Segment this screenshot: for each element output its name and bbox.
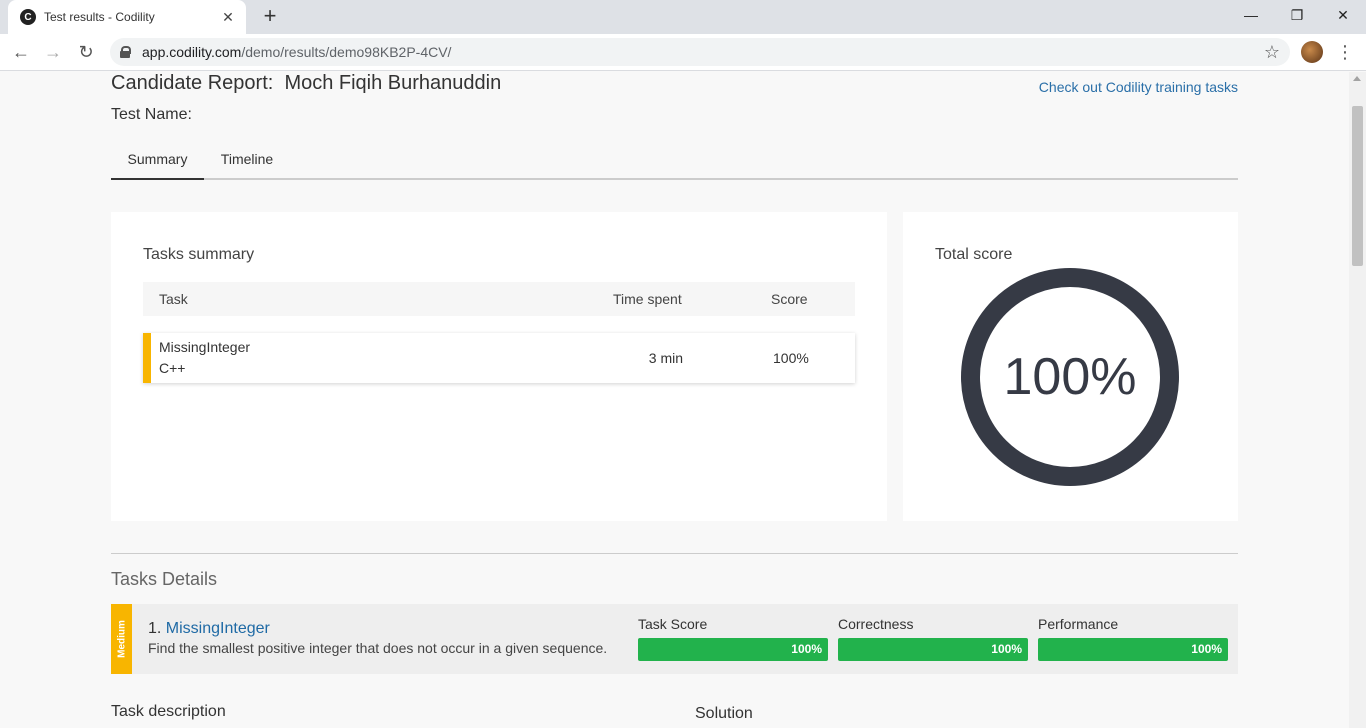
page-title: Candidate Report: Moch Fiqih Burhanuddin [111,72,502,94]
metric-label: Task Score [638,616,708,632]
training-tasks-link[interactable]: Check out Codility training tasks [1039,79,1238,95]
total-score-value: 100% [1003,348,1137,406]
tab-summary[interactable]: Summary [111,140,204,180]
column-header-task: Task [159,291,188,307]
close-tab-icon[interactable]: ✕ [220,9,236,26]
metric-value: 100% [991,642,1022,656]
bookmark-star-icon[interactable]: ☆ [1264,42,1280,63]
metric-label: Performance [1038,616,1119,632]
tasks-details-title: Tasks Details [111,569,218,589]
metric-value: 100% [1191,642,1222,656]
task-detail-row: Medium 1. MissingInteger Find the smalle… [111,604,1238,674]
difficulty-label: Medium [116,620,127,658]
task-name: MissingInteger [159,339,251,355]
metric-label: Correctness [838,616,914,632]
browser-tab[interactable]: C Test results - Codility ✕ [8,0,246,34]
solution-heading: Solution [695,705,753,722]
scrollbar-thumb[interactable] [1352,106,1363,266]
task-score: 100% [773,350,809,366]
new-tab-button[interactable]: + [258,4,282,28]
performance-metric: Performance 100% [1038,616,1228,661]
section-divider [111,553,1238,554]
close-window-icon[interactable]: ✕ [1320,0,1366,30]
codility-favicon-icon: C [20,9,36,25]
difficulty-color-bar [143,333,151,383]
test-name-label: Test Name: [111,106,192,123]
task-score-metric: Task Score 100% [638,616,828,661]
tasks-table-header: Task Time spent Score [143,282,855,316]
tab-title: Test results - Codility [44,10,155,24]
tab-timeline[interactable]: Timeline [210,140,284,180]
minimize-window-icon[interactable]: — [1228,0,1274,30]
task-number: 1. [148,620,162,637]
total-score-title: Total score [935,246,1013,263]
column-header-score: Score [771,291,808,307]
tasks-summary-card: Tasks summary Task Time spent Score Miss… [111,212,887,521]
page-scrollbar[interactable] [1349,72,1366,728]
scroll-up-arrow-icon[interactable] [1353,76,1361,81]
metric-bar: 100% [838,638,1028,661]
difficulty-badge: Medium [111,604,132,674]
column-header-time: Time spent [613,291,682,307]
table-row[interactable]: MissingInteger C++ 3 min 100% [143,333,855,383]
profile-avatar[interactable] [1301,41,1323,63]
task-detail-heading: 1. MissingInteger [148,620,270,638]
task-detail-link[interactable]: MissingInteger [166,620,270,637]
task-language: C++ [159,360,186,376]
restore-window-icon[interactable]: ❐ [1274,0,1320,30]
browser-tab-bar: C Test results - Codility ✕ + — ❐ ✕ [0,0,1366,34]
url-text: app.codility.com/demo/results/demo98KB2P… [142,44,452,60]
task-description-summary: Find the smallest positive integer that … [148,640,608,656]
lock-icon [120,46,131,58]
tasks-summary-title: Tasks summary [143,246,255,263]
total-score-donut: 100% [961,268,1179,486]
forward-arrow-icon[interactable]: → [40,39,66,65]
metric-value: 100% [791,642,822,656]
address-bar[interactable]: app.codility.com/demo/results/demo98KB2P… [110,38,1290,66]
browser-menu-icon[interactable]: ⋮ [1336,42,1354,62]
task-time-spent: 3 min [648,350,683,366]
total-score-card: Total score 100% [903,212,1238,521]
metric-bar: 100% [638,638,828,661]
browser-toolbar: ← → ↻ app.codility.com/demo/results/demo… [0,34,1366,71]
task-description-heading: Task description [111,703,226,720]
report-tabs: Summary Timeline [111,140,1238,180]
metric-bar: 100% [1038,638,1228,661]
reload-icon[interactable]: ↻ [73,39,99,65]
back-arrow-icon[interactable]: ← [8,39,34,65]
correctness-metric: Correctness 100% [838,616,1028,661]
